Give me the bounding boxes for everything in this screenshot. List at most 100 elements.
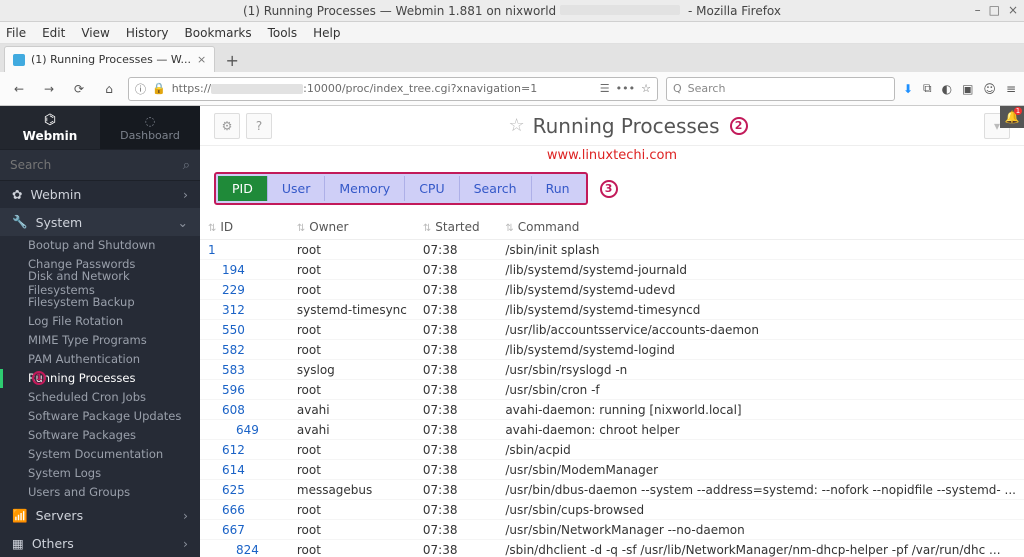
tab-cpu[interactable]: CPU bbox=[404, 176, 458, 201]
tab-close-icon[interactable]: × bbox=[197, 53, 206, 66]
search-bar[interactable]: Q Search bbox=[666, 77, 895, 101]
menu-edit[interactable]: Edit bbox=[42, 26, 65, 40]
help-button[interactable]: ? bbox=[246, 113, 272, 139]
back-button[interactable]: ← bbox=[8, 78, 30, 100]
pid-link[interactable]: 1 bbox=[200, 240, 289, 260]
webmin-logo-icon: ⌬ bbox=[44, 112, 56, 128]
col-id[interactable]: ⇅ID bbox=[200, 215, 289, 240]
grid-icon: ▦ bbox=[12, 536, 24, 551]
tab-user[interactable]: User bbox=[267, 176, 325, 201]
menu-view[interactable]: View bbox=[81, 26, 109, 40]
site-info-icon[interactable]: ⓘ bbox=[135, 81, 146, 97]
pid-link[interactable]: 312 bbox=[200, 300, 289, 320]
pid-link[interactable]: 612 bbox=[200, 440, 289, 460]
pocket-icon[interactable]: ▣ bbox=[962, 82, 973, 96]
pid-link[interactable]: 625 bbox=[200, 480, 289, 500]
sidebar-cat-servers[interactable]: 📶 Servers › bbox=[0, 502, 200, 530]
dashboard-label: Dashboard bbox=[120, 129, 180, 142]
table-row: 550root07:38/usr/lib/accountsservice/acc… bbox=[200, 320, 1024, 340]
dashboard-button[interactable]: ◌ Dashboard bbox=[100, 106, 200, 149]
table-row: 824root07:38/sbin/dhclient -d -q -sf /us… bbox=[200, 540, 1024, 557]
notification-bell[interactable]: 🔔 1 bbox=[1000, 106, 1024, 128]
account-icon[interactable]: ☺ bbox=[983, 82, 996, 96]
pid-link[interactable]: 614 bbox=[200, 460, 289, 480]
pid-link[interactable]: 666 bbox=[200, 500, 289, 520]
bookmark-star-icon[interactable]: ☆ bbox=[641, 82, 651, 95]
favicon-icon bbox=[13, 54, 25, 66]
pid-link[interactable]: 194 bbox=[200, 260, 289, 280]
url-bar[interactable]: ⓘ 🔒 https://:10000/proc/index_tree.cgi?x… bbox=[128, 77, 658, 101]
pid-link[interactable]: 824 bbox=[200, 540, 289, 557]
sidebar-item-pam-authentication[interactable]: PAM Authentication bbox=[0, 350, 200, 369]
menu-help[interactable]: Help bbox=[313, 26, 340, 40]
sidebar-item-bootup-and-shutdown[interactable]: Bootup and Shutdown bbox=[0, 236, 200, 255]
chevron-right-icon: › bbox=[183, 536, 188, 551]
sidebar-item-users-and-groups[interactable]: Users and Groups bbox=[0, 483, 200, 502]
search-icon[interactable]: ⌕ bbox=[183, 158, 190, 173]
chevron-down-icon: ⌄ bbox=[178, 215, 188, 230]
home-button[interactable]: ⌂ bbox=[98, 78, 120, 100]
window-maximize-icon[interactable]: □ bbox=[989, 3, 1000, 17]
shield-icon[interactable]: ◐ bbox=[942, 82, 952, 96]
menu-history[interactable]: History bbox=[126, 26, 169, 40]
sidebar-item-log-file-rotation[interactable]: Log File Rotation bbox=[0, 312, 200, 331]
webmin-logo[interactable]: ⌬ Webmin bbox=[0, 106, 100, 149]
col-started[interactable]: ⇅Started bbox=[415, 215, 497, 240]
pid-link[interactable]: 667 bbox=[200, 520, 289, 540]
pid-link[interactable]: 229 bbox=[200, 280, 289, 300]
tab-pid[interactable]: PID bbox=[218, 176, 267, 201]
col-owner[interactable]: ⇅Owner bbox=[289, 215, 415, 240]
sidebar-cat-webmin[interactable]: ✿ Webmin › bbox=[0, 181, 200, 209]
owner-cell: root bbox=[289, 520, 415, 540]
pid-link[interactable]: 582 bbox=[200, 340, 289, 360]
downloads-icon[interactable]: ⬇ bbox=[903, 82, 913, 96]
tab-memory[interactable]: Memory bbox=[324, 176, 404, 201]
sidebar-item-system-logs[interactable]: System Logs bbox=[0, 464, 200, 483]
hamburger-menu-icon[interactable]: ≡ bbox=[1006, 82, 1016, 96]
pid-link[interactable]: 583 bbox=[200, 360, 289, 380]
search-engine-icon[interactable]: Q bbox=[673, 82, 682, 95]
owner-cell: root bbox=[289, 340, 415, 360]
command-cell: /usr/sbin/cron -f bbox=[497, 380, 1024, 400]
command-cell: avahi-daemon: chroot helper bbox=[497, 420, 1024, 440]
sidebar-item-system-documentation[interactable]: System Documentation bbox=[0, 445, 200, 464]
window-minimize-icon[interactable]: – bbox=[975, 3, 981, 17]
favorite-star-icon[interactable]: ☆ bbox=[508, 115, 524, 136]
tab-search[interactable]: Search bbox=[459, 176, 531, 201]
menu-bookmarks[interactable]: Bookmarks bbox=[185, 26, 252, 40]
sidebar-cat-system[interactable]: 🔧 System ⌄ bbox=[0, 208, 200, 236]
col-command[interactable]: ⇅Command bbox=[497, 215, 1024, 240]
sidebar-item-disk-and-network-filesystems[interactable]: Disk and Network Filesystems bbox=[0, 274, 200, 293]
reload-button[interactable]: ⟳ bbox=[68, 78, 90, 100]
chevron-right-icon: › bbox=[183, 508, 188, 523]
started-cell: 07:38 bbox=[415, 540, 497, 557]
pid-link[interactable]: 596 bbox=[200, 380, 289, 400]
menu-tools[interactable]: Tools bbox=[268, 26, 298, 40]
pid-link[interactable]: 608 bbox=[200, 400, 289, 420]
sidebar-item-mime-type-programs[interactable]: MIME Type Programs bbox=[0, 331, 200, 350]
sidebar-search-input[interactable] bbox=[10, 158, 183, 172]
chevron-right-icon: › bbox=[183, 187, 188, 202]
cat-label: System bbox=[36, 215, 83, 230]
library-icon[interactable]: ⧉ bbox=[923, 81, 932, 96]
started-cell: 07:38 bbox=[415, 360, 497, 380]
new-tab-button[interactable]: + bbox=[219, 48, 245, 72]
pid-link[interactable]: 550 bbox=[200, 320, 289, 340]
sidebar-item-running-processes[interactable]: Running Processes1 bbox=[0, 369, 200, 388]
pid-link[interactable]: 649 bbox=[200, 420, 289, 440]
browser-tab[interactable]: (1) Running Processes — W... × bbox=[4, 46, 215, 72]
sidebar-item-scheduled-cron-jobs[interactable]: Scheduled Cron Jobs bbox=[0, 388, 200, 407]
sidebar-item-software-packages[interactable]: Software Packages bbox=[0, 426, 200, 445]
sidebar-item-software-package-updates[interactable]: Software Package Updates bbox=[0, 407, 200, 426]
forward-button[interactable]: → bbox=[38, 78, 60, 100]
sidebar-item-filesystem-backup[interactable]: Filesystem Backup bbox=[0, 293, 200, 312]
page-actions-icon[interactable]: ••• bbox=[616, 82, 635, 95]
sidebar-cat-others[interactable]: ▦ Others › bbox=[0, 529, 200, 557]
reader-mode-icon[interactable]: ☰ bbox=[600, 82, 610, 95]
sidebar-search[interactable]: ⌕ bbox=[0, 149, 200, 181]
settings-button[interactable]: ⚙ bbox=[214, 113, 240, 139]
window-close-icon[interactable]: × bbox=[1008, 3, 1018, 17]
menu-file[interactable]: File bbox=[6, 26, 26, 40]
tab-run[interactable]: Run bbox=[531, 176, 584, 201]
owner-cell: avahi bbox=[289, 400, 415, 420]
